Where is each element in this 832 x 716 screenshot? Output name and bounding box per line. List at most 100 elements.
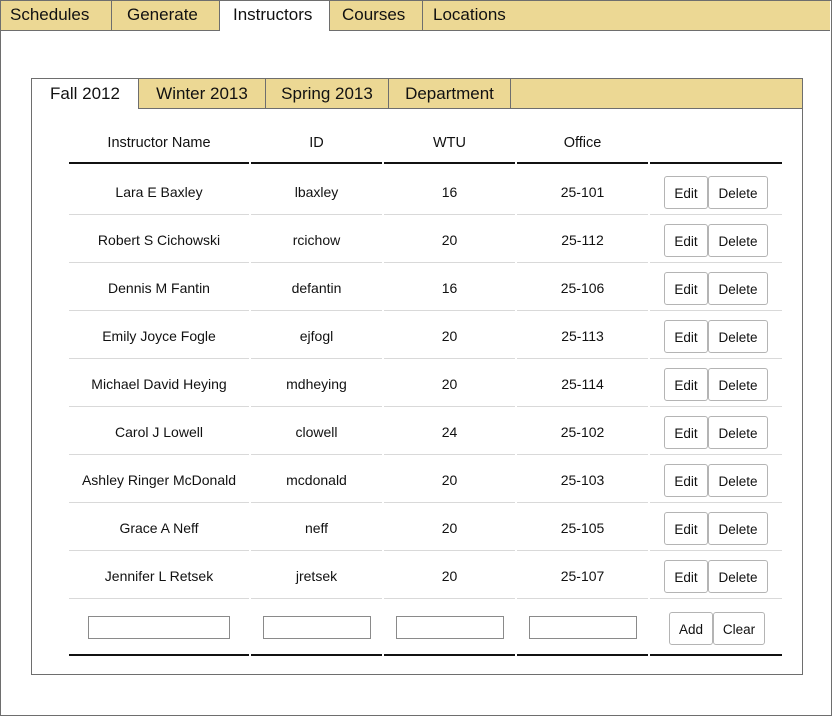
delete-button[interactable]: Delete [708, 272, 768, 305]
tab-spring-2013[interactable]: Spring 2013 [266, 79, 389, 108]
instructor-id: clowell [295, 424, 338, 440]
tab-courses[interactable]: Courses [330, 1, 423, 30]
instructor-wtu: 20 [441, 472, 458, 488]
delete-button[interactable]: Delete [708, 224, 768, 257]
instructor-name: Lara E Baxley [115, 184, 203, 200]
delete-button[interactable]: Delete [708, 176, 768, 209]
footer-divider [650, 654, 782, 656]
row-divider [517, 262, 648, 263]
delete-button[interactable]: Delete [708, 416, 768, 449]
instructor-office: 25-101 [560, 184, 605, 200]
row-divider [650, 262, 782, 263]
term-tabs: Fall 2012 Winter 2013 Spring 2013 Depart… [32, 79, 802, 109]
row-divider [384, 406, 515, 407]
row-divider [69, 598, 249, 599]
tab-schedules[interactable]: Schedules [1, 1, 112, 30]
header-wtu: WTU [432, 135, 466, 151]
tab-instructors[interactable]: Instructors [220, 1, 330, 31]
instructor-office: 25-107 [560, 568, 605, 584]
row-divider [650, 598, 782, 599]
instructor-wtu: 20 [441, 520, 458, 536]
row-divider [384, 262, 515, 263]
row-divider [251, 502, 382, 503]
header-id: ID [309, 135, 324, 151]
edit-button[interactable]: Edit [664, 416, 708, 449]
row-divider [69, 454, 249, 455]
instructor-wtu: 24 [441, 424, 458, 440]
delete-button[interactable]: Delete [708, 560, 768, 593]
add-button[interactable]: Add [669, 612, 713, 645]
header-divider [384, 162, 515, 164]
delete-button[interactable]: Delete [708, 320, 768, 353]
instructor-wtu: 20 [441, 232, 458, 248]
row-divider [384, 454, 515, 455]
row-divider [650, 310, 782, 311]
row-divider [517, 310, 648, 311]
row-divider [69, 358, 249, 359]
row-divider [69, 214, 249, 215]
main-nav: Schedules Generate Instructors Courses L… [1, 1, 830, 31]
instructor-name: Jennifer L Retsek [104, 568, 214, 584]
instructor-id: mdheying [286, 376, 347, 392]
instructor-office: 25-112 [561, 232, 604, 248]
instructor-id: mcdonald [286, 472, 347, 488]
edit-button[interactable]: Edit [664, 176, 708, 209]
row-divider [69, 262, 249, 263]
tab-winter-2013[interactable]: Winter 2013 [139, 79, 266, 108]
row-divider [69, 406, 249, 407]
row-divider [517, 358, 648, 359]
edit-button[interactable]: Edit [664, 464, 708, 497]
header-office: Office [563, 135, 602, 151]
edit-button[interactable]: Edit [664, 368, 708, 401]
instructor-id: lbaxley [294, 184, 339, 200]
edit-button[interactable]: Edit [664, 560, 708, 593]
header-divider [69, 162, 249, 164]
new-id-input[interactable] [263, 616, 371, 639]
instructor-wtu: 20 [441, 376, 458, 392]
instructor-id: jretsek [295, 568, 338, 584]
header-divider [650, 162, 782, 164]
tab-fall-2012[interactable]: Fall 2012 [32, 79, 139, 109]
edit-button[interactable]: Edit [664, 512, 708, 545]
row-divider [650, 214, 782, 215]
instructor-name: Dennis M Fantin [108, 280, 210, 296]
row-divider [517, 502, 648, 503]
instructor-wtu: 16 [441, 184, 458, 200]
instructor-name: Michael David Heying [91, 376, 227, 392]
instructor-wtu: 16 [441, 280, 458, 296]
instructor-office: 25-106 [560, 280, 605, 296]
instructor-wtu: 20 [441, 328, 458, 344]
row-divider [650, 454, 782, 455]
instructor-wtu: 20 [441, 568, 458, 584]
row-divider [384, 550, 515, 551]
footer-divider [251, 654, 382, 656]
instructor-name: Robert S Cichowski [97, 232, 221, 248]
delete-button[interactable]: Delete [708, 368, 768, 401]
edit-button[interactable]: Edit [664, 224, 708, 257]
row-divider [517, 550, 648, 551]
instructor-id: defantin [291, 280, 342, 296]
edit-button[interactable]: Edit [664, 320, 708, 353]
new-name-input[interactable] [88, 616, 230, 639]
delete-button[interactable]: Delete [708, 464, 768, 497]
row-divider [384, 598, 515, 599]
instructor-name: Emily Joyce Fogle [102, 328, 216, 344]
instructor-office: 25-105 [560, 520, 605, 536]
tab-department[interactable]: Department [389, 79, 511, 108]
row-divider [650, 550, 782, 551]
row-divider [517, 598, 648, 599]
clear-button[interactable]: Clear [713, 612, 765, 645]
row-divider [251, 598, 382, 599]
new-wtu-input[interactable] [396, 616, 504, 639]
edit-button[interactable]: Edit [664, 272, 708, 305]
header-divider [251, 162, 382, 164]
row-divider [69, 310, 249, 311]
row-divider [251, 358, 382, 359]
row-divider [251, 550, 382, 551]
delete-button[interactable]: Delete [708, 512, 768, 545]
header-divider [517, 162, 648, 164]
tab-locations[interactable]: Locations [423, 1, 830, 30]
header-instructor-name: Instructor Name [107, 135, 211, 151]
tab-generate[interactable]: Generate [112, 1, 220, 30]
new-office-input[interactable] [529, 616, 637, 639]
